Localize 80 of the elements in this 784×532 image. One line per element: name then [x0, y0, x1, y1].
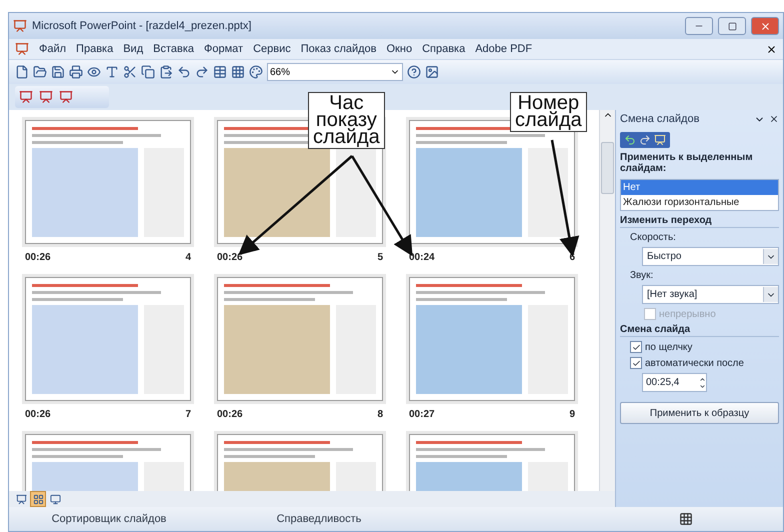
slide-thumbnail[interactable]: [409, 277, 575, 401]
section-heading: Смена слайда: [620, 324, 779, 337]
menu-item[interactable]: Вид: [123, 43, 144, 55]
copy-icon[interactable]: [141, 65, 155, 79]
cut-icon[interactable]: [123, 65, 137, 79]
menu-item[interactable]: Файл: [39, 43, 66, 55]
slide-time: 00:26: [25, 252, 51, 263]
slide-time: 00:27: [409, 409, 435, 420]
slide-thumbnail[interactable]: [217, 277, 383, 401]
grid-icon[interactable]: [231, 65, 245, 79]
undo-icon[interactable]: [177, 65, 191, 79]
menu-item[interactable]: Показ слайдов: [300, 43, 376, 55]
sound-dropdown[interactable]: [Нет звука]: [642, 285, 779, 304]
callout-label: Час показу слайда: [308, 92, 385, 149]
slide-number: 7: [185, 409, 191, 420]
spin-down-icon[interactable]: [699, 382, 706, 390]
loop-label: непрерывно: [659, 308, 716, 320]
click-checkbox[interactable]: [630, 341, 642, 353]
menu-item[interactable]: Формат: [204, 43, 244, 55]
slide-time: 00:26: [217, 409, 243, 420]
slide-icon[interactable]: [39, 90, 53, 104]
image-icon[interactable]: [425, 65, 439, 79]
click-label: по щелчку: [645, 342, 692, 352]
zoom-field[interactable]: 66%: [267, 63, 403, 81]
time-spinner[interactable]: 00:25,4: [642, 373, 707, 392]
close-icon[interactable]: [769, 114, 779, 124]
slide-thumbnail[interactable]: [25, 120, 191, 244]
slide-thumbnail[interactable]: [25, 277, 191, 401]
auto-checkbox[interactable]: [630, 357, 642, 369]
status-view: Сортировщик слайдов: [50, 513, 168, 525]
close-button[interactable]: [751, 17, 779, 35]
slide-icon[interactable]: [59, 90, 73, 104]
scroll-thumb[interactable]: [601, 142, 614, 194]
slide-time: 00:24: [409, 252, 435, 263]
new-file-icon[interactable]: [15, 65, 29, 79]
close-icon[interactable]: [766, 44, 777, 54]
window-title: Microsoft PowerPoint - [razdel4_prezen.pptx]: [32, 20, 252, 32]
status-theme: Справедливость: [276, 513, 362, 525]
palette-icon[interactable]: [249, 65, 263, 79]
apply-master-button[interactable]: Применить к образцу: [620, 402, 779, 424]
paste-icon[interactable]: [159, 65, 173, 79]
save-icon[interactable]: [51, 65, 65, 79]
close-icon: [760, 20, 770, 32]
speed-label: Скорость:: [629, 232, 677, 243]
pane-title: Смена слайдов: [620, 113, 700, 125]
menu-item[interactable]: Справка: [422, 43, 466, 55]
menu-item[interactable]: Adobe PDF: [475, 43, 532, 55]
sound-label: Звук:: [629, 270, 654, 281]
slide-time: 00:26: [25, 409, 51, 420]
apply-label: Применить к выделенным слайдам:: [620, 152, 754, 175]
scrollbar[interactable]: [599, 110, 615, 491]
app-icon: [13, 19, 27, 33]
back-icon[interactable]: [624, 134, 636, 146]
transition-item[interactable]: Нет: [621, 180, 778, 195]
slide-number: 5: [377, 252, 383, 263]
menu-item[interactable]: Правка: [76, 43, 114, 55]
help-icon[interactable]: [407, 65, 421, 79]
spin-up-icon[interactable]: [699, 376, 706, 382]
maximize-button[interactable]: [718, 17, 746, 35]
menu-item[interactable]: Сервис: [253, 43, 291, 55]
menu-item[interactable]: Окно: [386, 43, 412, 55]
maximize-icon: [728, 22, 736, 30]
transition-list[interactable]: Нет Жалюзи горизонтальные: [620, 179, 779, 211]
slide-number: 4: [185, 252, 191, 263]
menu-item[interactable]: Вставка: [153, 43, 194, 55]
forward-icon[interactable]: [639, 134, 651, 146]
section-heading: Изменить переход: [620, 215, 779, 228]
table-icon[interactable]: [213, 65, 227, 79]
speed-dropdown[interactable]: Быстро: [642, 247, 779, 266]
preview-icon[interactable]: [87, 65, 101, 79]
folder-icon[interactable]: [33, 65, 47, 79]
printer-icon[interactable]: [69, 65, 83, 79]
slide-time: 00:26: [217, 252, 243, 263]
redo-icon[interactable]: [195, 65, 209, 79]
auto-label: автоматически после: [645, 358, 744, 368]
callout-label: Номер слайда: [510, 92, 587, 132]
slide-number: 9: [569, 409, 575, 420]
slide-number: 8: [377, 409, 383, 420]
sorter-view-button[interactable]: [30, 491, 46, 507]
slide-icon[interactable]: [19, 90, 33, 104]
